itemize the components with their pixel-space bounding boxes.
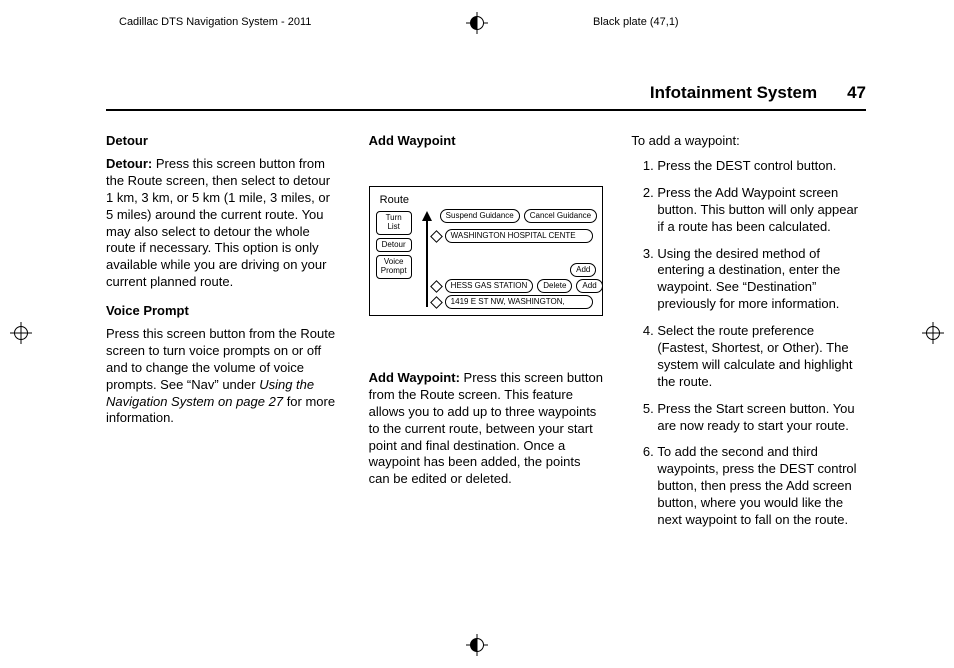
add-waypoint-heading: Add Waypoint xyxy=(369,133,604,150)
section-title: Infotainment System xyxy=(650,82,817,104)
running-head: Infotainment System 47 xyxy=(106,82,866,111)
page-number: 47 xyxy=(847,82,866,104)
waypoint-chip: HESS GAS STATION xyxy=(445,279,534,293)
registration-mark-left-icon xyxy=(10,322,32,344)
suspend-guidance-chip: Suspend Guidance xyxy=(440,209,520,223)
route-top-row: Suspend Guidance Cancel Guidance xyxy=(440,209,597,223)
detour-paragraph: Detour: Press this screen button from th… xyxy=(106,156,341,291)
detour-lead: Detour: xyxy=(106,156,152,171)
destination-marker-icon xyxy=(430,230,443,243)
waypoint-marker-icon xyxy=(430,280,443,293)
route-screen-figure: Route Turn List Detour Voice Prompt Susp… xyxy=(369,186,604,316)
detour-heading: Detour xyxy=(106,133,341,150)
route-side-buttons: Turn List Detour Voice Prompt xyxy=(376,211,412,279)
registration-mark-bottom-icon xyxy=(466,634,488,656)
detour-body: Press this screen button from the Route … xyxy=(106,156,330,289)
turn-list-button: Turn List xyxy=(376,211,412,235)
step-4: Select the route preference (Fastest, Sh… xyxy=(657,323,866,391)
column-2: Add Waypoint Route Turn List Detour Voic… xyxy=(369,133,604,539)
steps-list: Press the DEST control button. Press the… xyxy=(631,158,866,529)
header-right-text: Black plate (47,1) xyxy=(593,15,679,29)
content-frame: Infotainment System 47 Detour Detour: Pr… xyxy=(106,82,866,539)
step-5: Press the Start screen button. You are n… xyxy=(657,401,866,435)
column-3: To add a waypoint: Press the DEST contro… xyxy=(631,133,866,539)
step-1: Press the DEST control button. xyxy=(657,158,866,175)
aw-lead: Add Waypoint: xyxy=(369,370,460,385)
header-left-text: Cadillac DTS Navigation System - 2011 xyxy=(119,15,311,29)
route-start-row: 1419 E ST NW, WASHINGTON, xyxy=(432,295,593,309)
start-chip: 1419 E ST NW, WASHINGTON, xyxy=(445,295,593,309)
cancel-guidance-chip: Cancel Guidance xyxy=(524,209,597,223)
steps-lead: To add a waypoint: xyxy=(631,133,866,150)
columns: Detour Detour: Press this screen button … xyxy=(106,133,866,539)
step-6: To add the second and third waypoints, p… xyxy=(657,444,866,528)
column-1: Detour Detour: Press this screen button … xyxy=(106,133,341,539)
step-3: Using the desired method of entering a d… xyxy=(657,246,866,314)
route-title: Route xyxy=(380,193,409,207)
voice-prompt-heading: Voice Prompt xyxy=(106,303,341,320)
detour-button: Detour xyxy=(376,238,412,253)
step-2: Press the Add Waypoint screen button. Th… xyxy=(657,185,866,236)
route-rail-icon xyxy=(426,219,428,307)
voice-prompt-paragraph: Press this screen button from the Route … xyxy=(106,326,341,427)
registration-mark-top-icon xyxy=(466,12,488,34)
start-marker-icon xyxy=(430,296,443,309)
route-wp-row: HESS GAS STATION Delete Add xyxy=(432,279,603,293)
registration-mark-right-icon xyxy=(922,322,944,344)
add-button-1: Add xyxy=(570,263,596,277)
add-button-2: Add xyxy=(576,279,602,293)
arrow-up-icon xyxy=(422,211,432,221)
destination-chip: WASHINGTON HOSPITAL CENTE xyxy=(445,229,593,243)
page: Cadillac DTS Navigation System - 2011 Bl… xyxy=(0,0,954,668)
delete-button: Delete xyxy=(537,279,572,293)
route-dest-row: WASHINGTON HOSPITAL CENTE xyxy=(432,229,593,243)
aw-body: Press this screen button from the Route … xyxy=(369,370,603,486)
route-empty-add-row: Add xyxy=(570,263,596,277)
voice-prompt-button: Voice Prompt xyxy=(376,255,412,279)
add-waypoint-paragraph: Add Waypoint: Press this screen button f… xyxy=(369,370,604,488)
